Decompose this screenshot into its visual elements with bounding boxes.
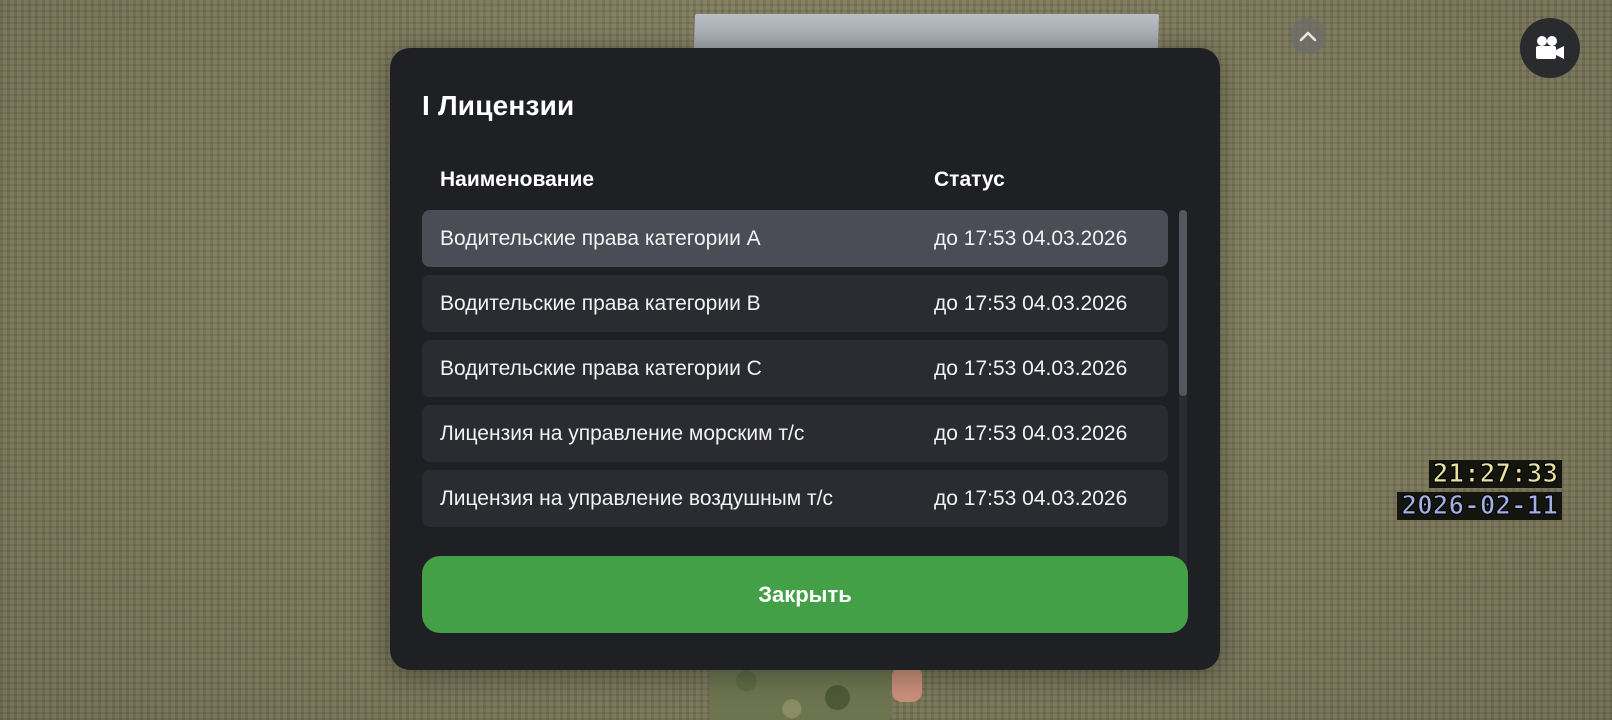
license-status: до 17:53 04.03.2026 (934, 422, 1128, 445)
license-name: Лицензия на управление воздушным т/с (440, 487, 833, 510)
license-status: до 17:53 04.03.2026 (934, 487, 1128, 510)
camera-button[interactable] (1520, 18, 1580, 78)
license-status: до 17:53 04.03.2026 (934, 227, 1128, 250)
column-header-status: Статус (934, 168, 1005, 191)
player-character-legs (710, 664, 892, 720)
hud-time: 21:27:33 (1428, 460, 1562, 488)
collapse-hud-button[interactable] (1290, 18, 1326, 54)
list-scrollbar[interactable] (1179, 210, 1187, 572)
player-character-hand (892, 666, 922, 702)
license-name: Водительские права категории C (440, 357, 762, 380)
list-scrollbar-thumb[interactable] (1179, 210, 1187, 396)
license-row[interactable]: Лицензия на управление морским т/с до 17… (422, 405, 1168, 462)
close-button[interactable]: Закрыть (422, 556, 1188, 633)
license-status: до 17:53 04.03.2026 (934, 292, 1128, 315)
hud-clock: 21:27:33 2026-02-11 (1397, 460, 1562, 520)
license-status: до 17:53 04.03.2026 (934, 357, 1128, 380)
video-camera-icon (1536, 36, 1564, 59)
license-row[interactable]: Лицензия на управление воздушным т/с до … (422, 470, 1168, 527)
hud-date: 2026-02-11 (1397, 492, 1562, 520)
dialog-title: I Лицензии (422, 90, 575, 121)
chevron-up-icon (1299, 31, 1317, 42)
licenses-dialog: I Лицензии Наименование Статус Водительс… (390, 48, 1220, 670)
license-row[interactable]: Водительские права категории B до 17:53 … (422, 275, 1168, 332)
license-name: Лицензия на управление морским т/с (440, 422, 805, 445)
license-row[interactable]: Водительские права категории C до 17:53 … (422, 340, 1168, 397)
column-header-name: Наименование (440, 168, 595, 191)
license-name: Водительские права категории A (440, 227, 761, 250)
license-row[interactable]: Водительские права категории A до 17:53 … (422, 210, 1168, 267)
license-name: Водительские права категории B (440, 292, 761, 315)
licenses-list[interactable]: Водительские права категории A до 17:53 … (422, 210, 1168, 572)
